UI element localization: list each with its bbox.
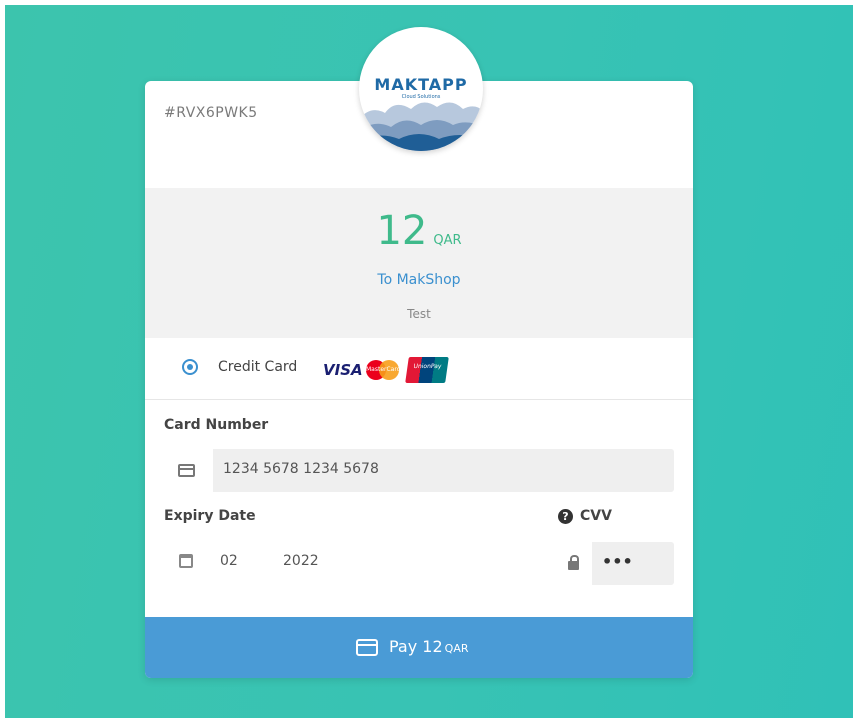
- amount-display: 12 QAR: [145, 208, 693, 254]
- logo-wordmark: MAKTAPP: [374, 75, 468, 94]
- payment-note: Test: [407, 307, 431, 321]
- credit-card-icon: [178, 464, 195, 477]
- cvv-input[interactable]: •••: [554, 542, 674, 585]
- calendar-icon: [179, 554, 193, 568]
- expiry-date-label: Expiry Date: [164, 508, 256, 524]
- pay-button[interactable]: Pay 12 QAR: [145, 617, 693, 678]
- radio-checked-icon[interactable]: [182, 359, 198, 375]
- mastercard-logo: MasterCard: [366, 360, 401, 380]
- question-circle-icon[interactable]: ?: [558, 509, 573, 524]
- merchant-logo: MAKTAPP Cloud Solutions: [359, 27, 483, 151]
- payment-method-label[interactable]: Credit Card: [218, 359, 297, 375]
- lock-icon: [568, 555, 579, 570]
- card-number-addon: [164, 449, 213, 492]
- unionpay-logo: UnionPay: [405, 357, 449, 383]
- expiry-year-input[interactable]: 2022: [283, 553, 319, 569]
- payment-method-row[interactable]: Credit Card VISA MasterCard UnionPay: [145, 338, 693, 400]
- expiry-date-input[interactable]: 02 2022: [164, 541, 369, 584]
- amount-currency: QAR: [433, 233, 462, 248]
- pay-button-label: Pay 12 QAR: [389, 637, 469, 656]
- cvv-addon: [554, 542, 592, 585]
- amount-section: 12 QAR To MakShop Test: [145, 188, 693, 338]
- logo-tagline: Cloud Solutions: [401, 94, 441, 100]
- amount-value: 12: [376, 208, 428, 254]
- visa-logo: VISA: [323, 361, 363, 379]
- cvv-value[interactable]: •••: [602, 552, 633, 571]
- merchant-name: To MakShop: [377, 272, 461, 288]
- card-number-label: Card Number: [164, 417, 269, 433]
- payment-card: #RVX6PWK5 12 QAR To MakShop Test Credit C…: [145, 81, 693, 678]
- card-number-input[interactable]: 1234 5678 1234 5678: [164, 449, 674, 492]
- credit-card-icon: [356, 639, 378, 656]
- expiry-month-input[interactable]: 02: [220, 553, 238, 569]
- card-number-value[interactable]: 1234 5678 1234 5678: [223, 461, 379, 477]
- order-id: #RVX6PWK5: [164, 105, 258, 121]
- cvv-label: CVV: [580, 508, 612, 524]
